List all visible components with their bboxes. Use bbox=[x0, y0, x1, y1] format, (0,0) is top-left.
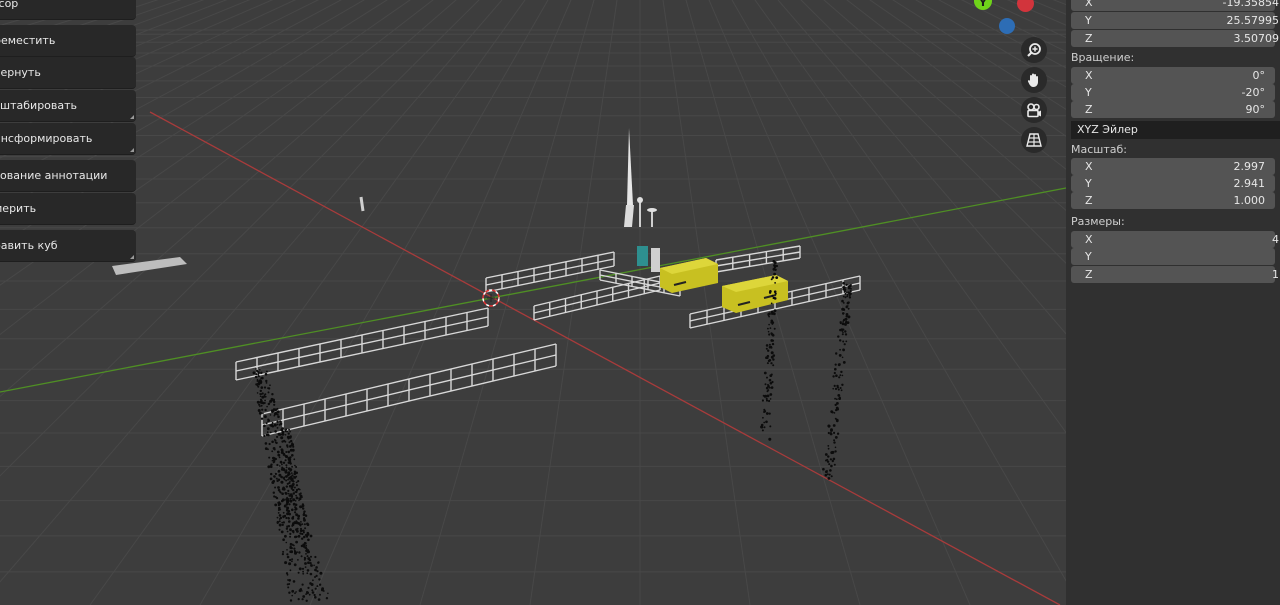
tool-annotate-button[interactable]: сование аннотации bbox=[0, 160, 136, 192]
axis-label: Y bbox=[1085, 14, 1092, 27]
zoom-icon bbox=[1027, 43, 1041, 57]
rotation-x-field[interactable]: X 0° bbox=[1071, 67, 1275, 84]
sign-panel bbox=[651, 248, 660, 272]
location-x-field[interactable]: X -19.35854 bbox=[1071, 0, 1279, 11]
perspective-toggle-button[interactable] bbox=[1021, 127, 1047, 153]
zoom-button[interactable] bbox=[1021, 37, 1047, 63]
gizmo-x-circle[interactable] bbox=[1017, 0, 1034, 12]
field-value: 0° bbox=[1252, 69, 1266, 82]
tool-label: ансформировать bbox=[0, 132, 93, 145]
tool-scale-button[interactable]: сштабировать bbox=[0, 90, 136, 122]
post bbox=[359, 196, 365, 212]
dimensions-y-field[interactable]: Y bbox=[1071, 248, 1275, 265]
scale-x-field[interactable]: X 2.997 bbox=[1071, 158, 1275, 175]
axis-gizmo[interactable]: Y bbox=[968, 0, 1038, 40]
axis-label: Z bbox=[1085, 268, 1093, 281]
field-value: 2.941 bbox=[1233, 177, 1266, 190]
rotation-z-field[interactable]: Z 90° bbox=[1071, 101, 1275, 118]
hand-icon bbox=[1027, 73, 1038, 87]
field-value: -20° bbox=[1241, 86, 1265, 99]
axis-label: Y bbox=[1085, 86, 1092, 99]
axis-label: Y bbox=[1085, 177, 1092, 190]
rotation-y-field[interactable]: Y -20° bbox=[1071, 84, 1275, 101]
tool-add-cube-button[interactable]: бавить куб bbox=[0, 230, 136, 262]
scale-y-field[interactable]: Y 2.941 bbox=[1071, 175, 1275, 192]
axis-label: Z bbox=[1085, 32, 1093, 45]
axis-label: X bbox=[1085, 160, 1093, 173]
tool-label: вернуть bbox=[0, 66, 41, 79]
gizmo-z-circle[interactable] bbox=[999, 18, 1015, 34]
scale-label: Масштаб: bbox=[1071, 143, 1127, 156]
field-value: 3.50709 bbox=[1233, 32, 1280, 45]
location-z-field[interactable]: Z 3.50709 bbox=[1071, 30, 1279, 47]
axis-label: X bbox=[1085, 233, 1093, 246]
axis-label: Z bbox=[1085, 194, 1093, 207]
field-value: 25.57995 bbox=[1226, 14, 1280, 27]
field-value: 90° bbox=[1245, 103, 1266, 116]
field-value: 1.000 bbox=[1233, 194, 1266, 207]
tool-transform-button[interactable]: ансформировать bbox=[0, 123, 136, 155]
tool-label: сштабировать bbox=[0, 99, 78, 112]
tool-cursor-button[interactable]: rсор bbox=[0, 0, 136, 20]
properties-sidebar: X -19.35854 Y 25.57995 Z 3.50709 Вращени… bbox=[1066, 0, 1280, 605]
grid-perspective-icon bbox=[1026, 133, 1042, 147]
pan-button[interactable] bbox=[1021, 67, 1047, 93]
tool-label: сование аннотации bbox=[0, 169, 108, 182]
dimensions-label: Размеры: bbox=[1071, 215, 1125, 228]
gizmo-y-label: Y bbox=[979, 0, 987, 9]
camera-button[interactable] bbox=[1021, 97, 1047, 123]
axis-label: X bbox=[1085, 0, 1093, 9]
tool-move-button[interactable]: реместить bbox=[0, 25, 136, 57]
submenu-corner-icon bbox=[130, 255, 134, 259]
tool-label: реместить bbox=[0, 34, 56, 47]
tool-label: rсор bbox=[0, 0, 19, 10]
field-value: 2.997 bbox=[1233, 160, 1266, 173]
tool-measure-button[interactable]: мерить bbox=[0, 193, 136, 225]
axis-label: Z bbox=[1085, 103, 1093, 116]
teal-panel bbox=[637, 246, 648, 266]
axis-label: X bbox=[1085, 69, 1093, 82]
field-value: 1 bbox=[1272, 268, 1279, 281]
rotation-mode-dropdown[interactable]: XYZ Эйлер bbox=[1071, 121, 1280, 139]
field-value: -19.35854 bbox=[1222, 0, 1279, 9]
rotation-label: Вращение: bbox=[1071, 51, 1135, 64]
dimensions-x-field[interactable]: X 4 bbox=[1071, 231, 1279, 248]
location-y-field[interactable]: Y 25.57995 bbox=[1071, 12, 1279, 29]
axis-label: Y bbox=[1085, 250, 1092, 263]
camera-icon bbox=[1027, 103, 1041, 118]
tool-rotate-button[interactable]: вернуть bbox=[0, 57, 136, 89]
scale-z-field[interactable]: Z 1.000 bbox=[1071, 192, 1275, 209]
field-value: 4 bbox=[1272, 233, 1279, 246]
gizmo-y-circle[interactable]: Y bbox=[974, 0, 992, 10]
submenu-corner-icon bbox=[130, 115, 134, 119]
tool-label: бавить куб bbox=[0, 239, 58, 252]
submenu-corner-icon bbox=[130, 148, 134, 152]
dimensions-z-field[interactable]: Z 1 bbox=[1071, 266, 1279, 283]
tool-label: мерить bbox=[0, 202, 37, 215]
